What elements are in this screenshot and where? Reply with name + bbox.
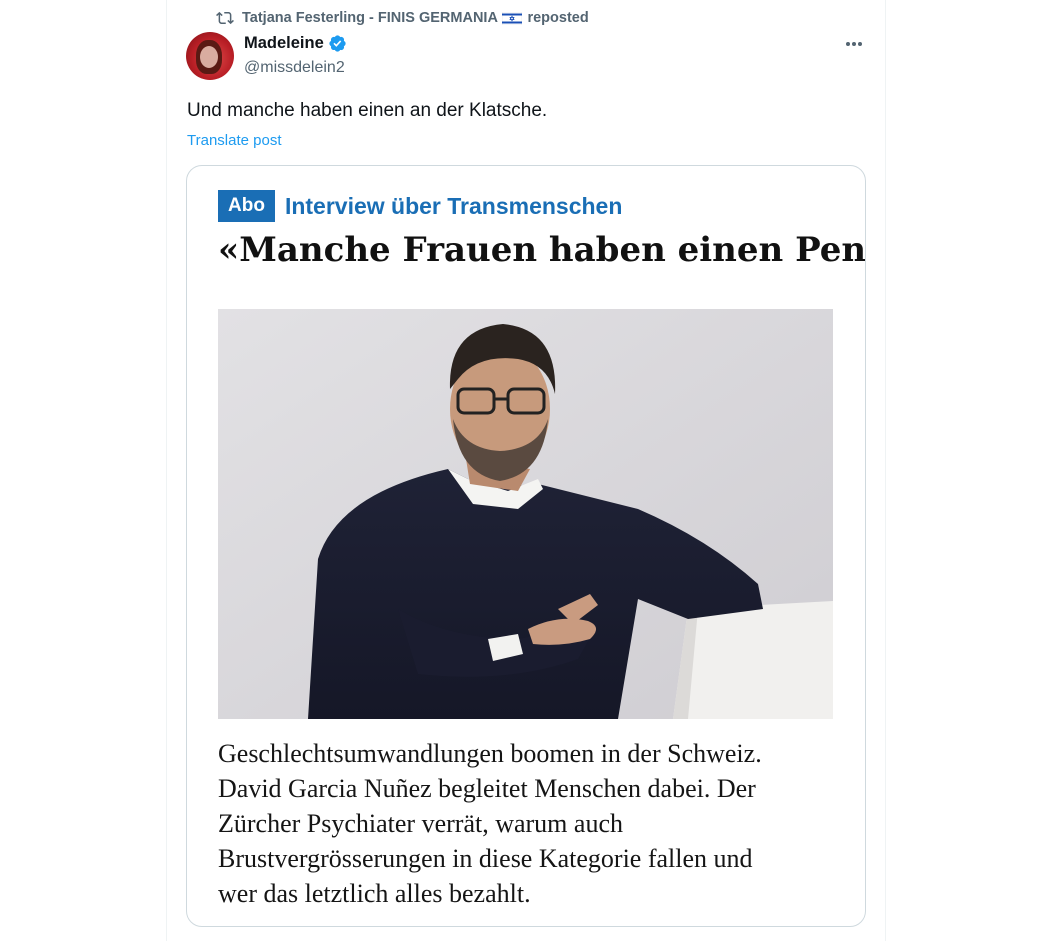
lede-line: wer das letztlich alles bezahlt. bbox=[218, 879, 531, 908]
author-name[interactable]: Madeleine bbox=[244, 34, 324, 53]
article-headline: «Manche Frauen haben einen Penis» bbox=[218, 230, 866, 270]
avatar-face bbox=[200, 46, 218, 68]
israel-flag-icon bbox=[502, 11, 523, 25]
post-text: Und manche haben einen an der Klatsche. bbox=[187, 100, 548, 121]
author-name-row[interactable]: Madeleine bbox=[244, 34, 347, 53]
translate-post-link[interactable]: Translate post bbox=[187, 132, 282, 149]
more-options-icon[interactable] bbox=[842, 34, 866, 54]
article-photo bbox=[218, 309, 833, 719]
abo-badge: Abo bbox=[218, 190, 275, 222]
avatar[interactable] bbox=[186, 32, 234, 80]
verified-badge-icon[interactable] bbox=[328, 34, 347, 53]
article-image-card[interactable]: Abo Interview über Transmenschen «Manche… bbox=[186, 165, 866, 927]
repost-indicator[interactable]: Tatjana Festerling - FINIS GERMANIA repo… bbox=[216, 9, 589, 27]
lede-line: David Garcia Nuñez begleitet Menschen da… bbox=[218, 774, 756, 803]
column-border-right bbox=[885, 0, 886, 941]
lede-line: Brustvergrösserungen in diese Kategorie … bbox=[218, 844, 753, 873]
article-kicker: Abo Interview über Transmenschen bbox=[218, 190, 622, 222]
kicker-text: Interview über Transmenschen bbox=[284, 192, 623, 219]
lede-line: Zürcher Psychiater verrät, warum auch bbox=[218, 809, 623, 838]
column-border-left bbox=[166, 0, 167, 941]
author-handle[interactable]: @missdelein2 bbox=[244, 59, 345, 77]
article-lede: Geschlechtsumwandlungen boomen in der Sc… bbox=[218, 736, 838, 911]
lede-line: Geschlechtsumwandlungen boomen in der Sc… bbox=[218, 739, 762, 768]
repost-suffix: reposted bbox=[527, 10, 589, 26]
repost-icon bbox=[216, 11, 234, 25]
repost-user[interactable]: Tatjana Festerling - FINIS GERMANIA bbox=[242, 10, 497, 26]
